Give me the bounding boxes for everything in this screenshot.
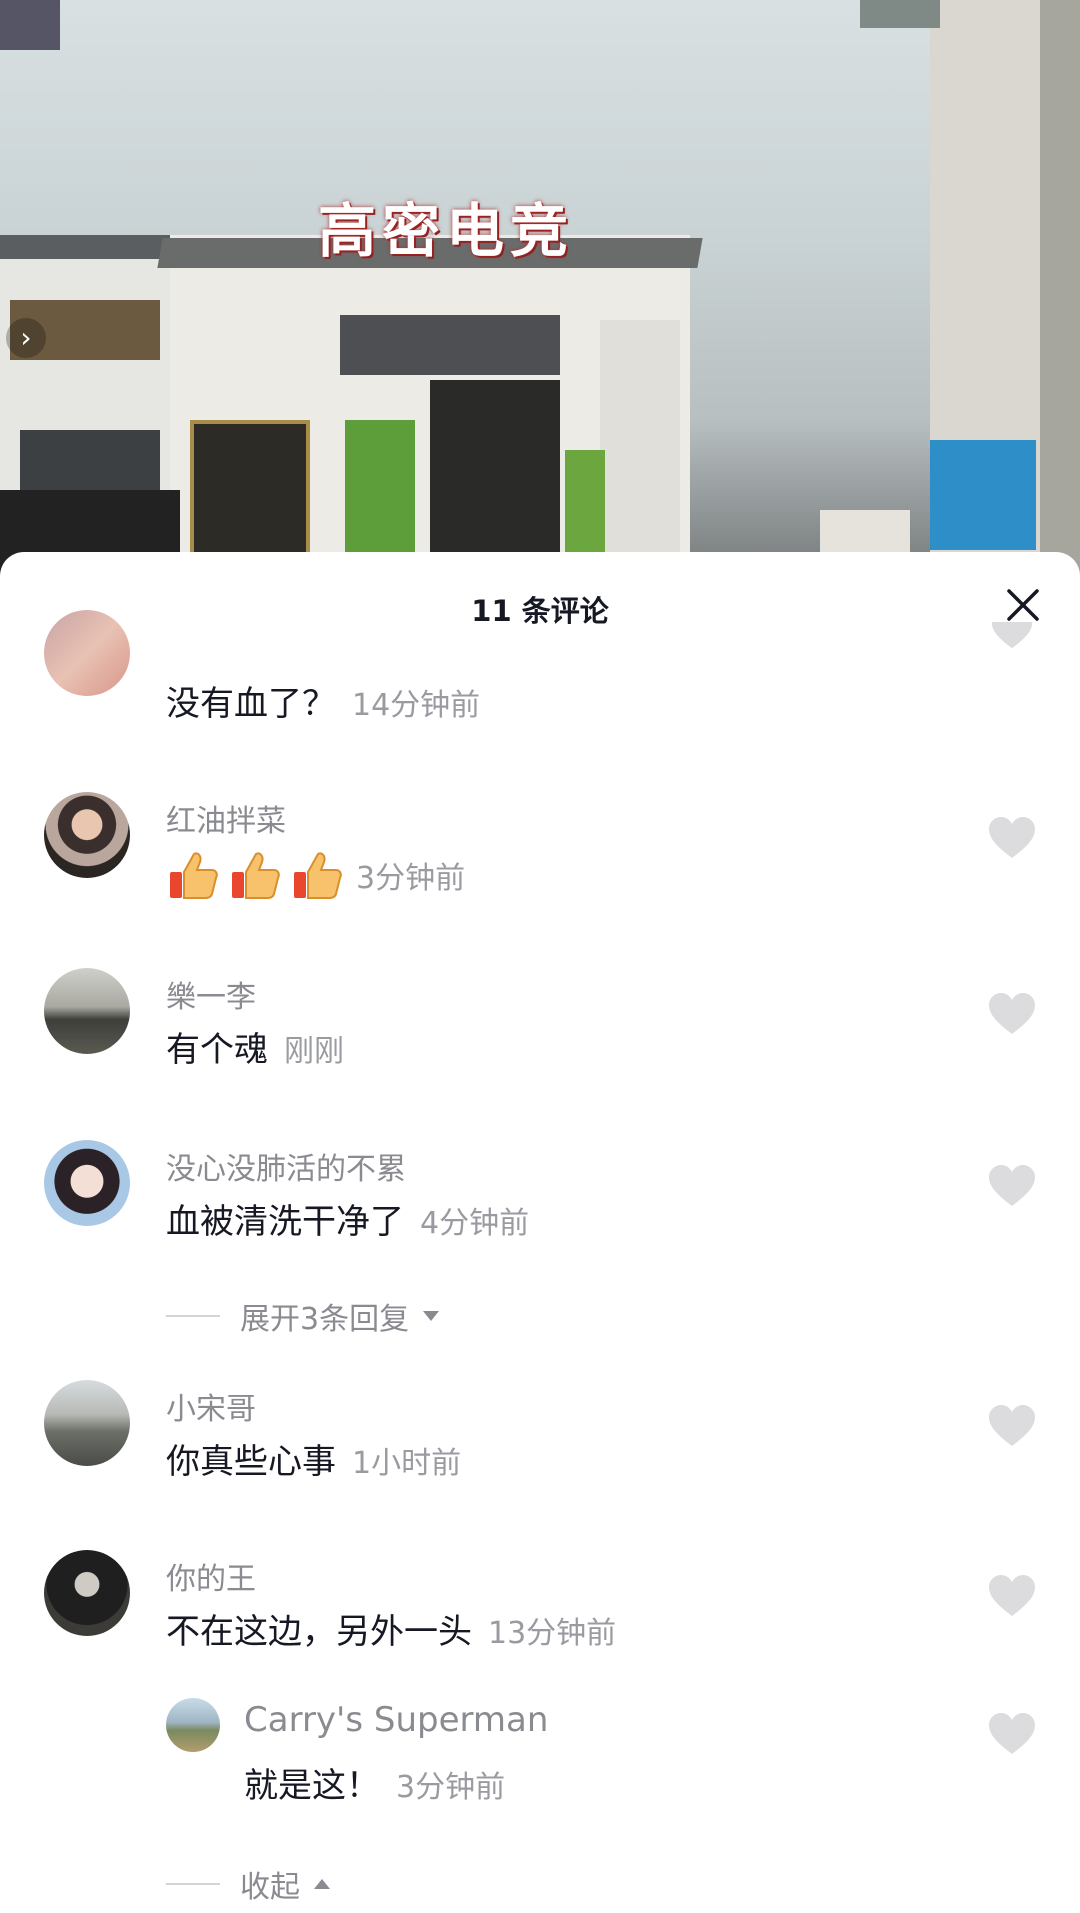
comment-text: 不在这边，另外一头 bbox=[166, 1612, 472, 1652]
comment-body: 血被清洗干净了 4分钟前 bbox=[166, 1194, 529, 1243]
collapse-replies-button[interactable]: 收起 bbox=[166, 1862, 332, 1906]
comment-body: 你真些心事 1小时前 bbox=[166, 1434, 461, 1483]
comment-time: 4分钟前 bbox=[420, 1206, 530, 1241]
expand-replies-label: 展开3条回复 bbox=[240, 1302, 410, 1337]
video-background: 高密电竞 › bbox=[0, 0, 1080, 600]
caret-down-icon bbox=[423, 1311, 440, 1321]
heart-icon[interactable] bbox=[986, 1572, 1038, 1618]
comment-count-title: 11 条评论 bbox=[471, 594, 609, 628]
avatar[interactable] bbox=[166, 1698, 220, 1752]
comments-sheet: 11 条评论 没有血了？ 14分钟前 红油拌菜 3分钟前 樂一李 有个魂 刚刚 … bbox=[0, 552, 1080, 1913]
heart-icon[interactable] bbox=[986, 622, 1038, 650]
heart-icon[interactable] bbox=[986, 1162, 1038, 1208]
avatar[interactable] bbox=[44, 610, 130, 696]
comment-body: 没有血了？ 14分钟前 bbox=[166, 676, 480, 725]
comment-time: 13分钟前 bbox=[488, 1616, 617, 1651]
thumbs-up-icon bbox=[294, 852, 342, 899]
reply-body: 就是这！ 3分钟前 bbox=[244, 1758, 505, 1807]
comment-time: 1小时前 bbox=[352, 1446, 462, 1481]
reply-text: 就是这！ bbox=[244, 1766, 380, 1806]
comment-time: 3分钟前 bbox=[356, 861, 466, 896]
sheet-header: 11 条评论 bbox=[0, 552, 1080, 656]
comment-text: 没有血了？ bbox=[166, 684, 336, 724]
avatar[interactable] bbox=[44, 968, 130, 1054]
comment-nickname: 你的王 bbox=[166, 1562, 256, 1597]
thumbs-up-icon bbox=[170, 852, 218, 899]
caret-up-icon bbox=[314, 1879, 330, 1889]
collapse-label: 收起 bbox=[240, 1870, 300, 1905]
comment-text: 有个魂 bbox=[166, 1030, 268, 1070]
avatar[interactable] bbox=[44, 1380, 130, 1466]
chevron-right-icon[interactable]: › bbox=[6, 318, 46, 358]
avatar[interactable] bbox=[44, 1550, 130, 1636]
divider bbox=[166, 1883, 220, 1885]
comment-body: 3分钟前 bbox=[166, 848, 465, 902]
avatar[interactable] bbox=[44, 792, 130, 878]
comment-text: 血被清洗干净了 bbox=[166, 1202, 404, 1242]
comment-body: 有个魂 刚刚 bbox=[166, 1022, 344, 1071]
comment-time: 刚刚 bbox=[284, 1034, 344, 1069]
heart-icon[interactable] bbox=[986, 814, 1038, 860]
thumbs-up-icon bbox=[232, 852, 280, 899]
heart-icon[interactable] bbox=[986, 990, 1038, 1036]
divider bbox=[166, 1315, 220, 1317]
comment-nickname: 樂一李 bbox=[166, 980, 256, 1015]
comment-time: 14分钟前 bbox=[352, 688, 481, 723]
reply-time: 3分钟前 bbox=[396, 1770, 506, 1805]
comment-nickname: 红油拌菜 bbox=[166, 804, 286, 839]
comment-nickname: 小宋哥 bbox=[166, 1392, 256, 1427]
comment-nickname: 没心没肺活的不累 bbox=[166, 1152, 406, 1187]
heart-icon[interactable] bbox=[986, 1710, 1038, 1756]
avatar[interactable] bbox=[44, 1140, 130, 1226]
reply-nickname: Carry's Superman bbox=[244, 1700, 549, 1740]
comment-body: 不在这边，另外一头 13分钟前 bbox=[166, 1604, 616, 1653]
close-icon bbox=[1007, 589, 1039, 621]
heart-icon[interactable] bbox=[986, 1402, 1038, 1448]
expand-replies-button[interactable]: 展开3条回复 bbox=[166, 1294, 441, 1338]
building-sign: 高密电竞 bbox=[318, 197, 575, 265]
comment-text: 你真些心事 bbox=[166, 1442, 336, 1482]
